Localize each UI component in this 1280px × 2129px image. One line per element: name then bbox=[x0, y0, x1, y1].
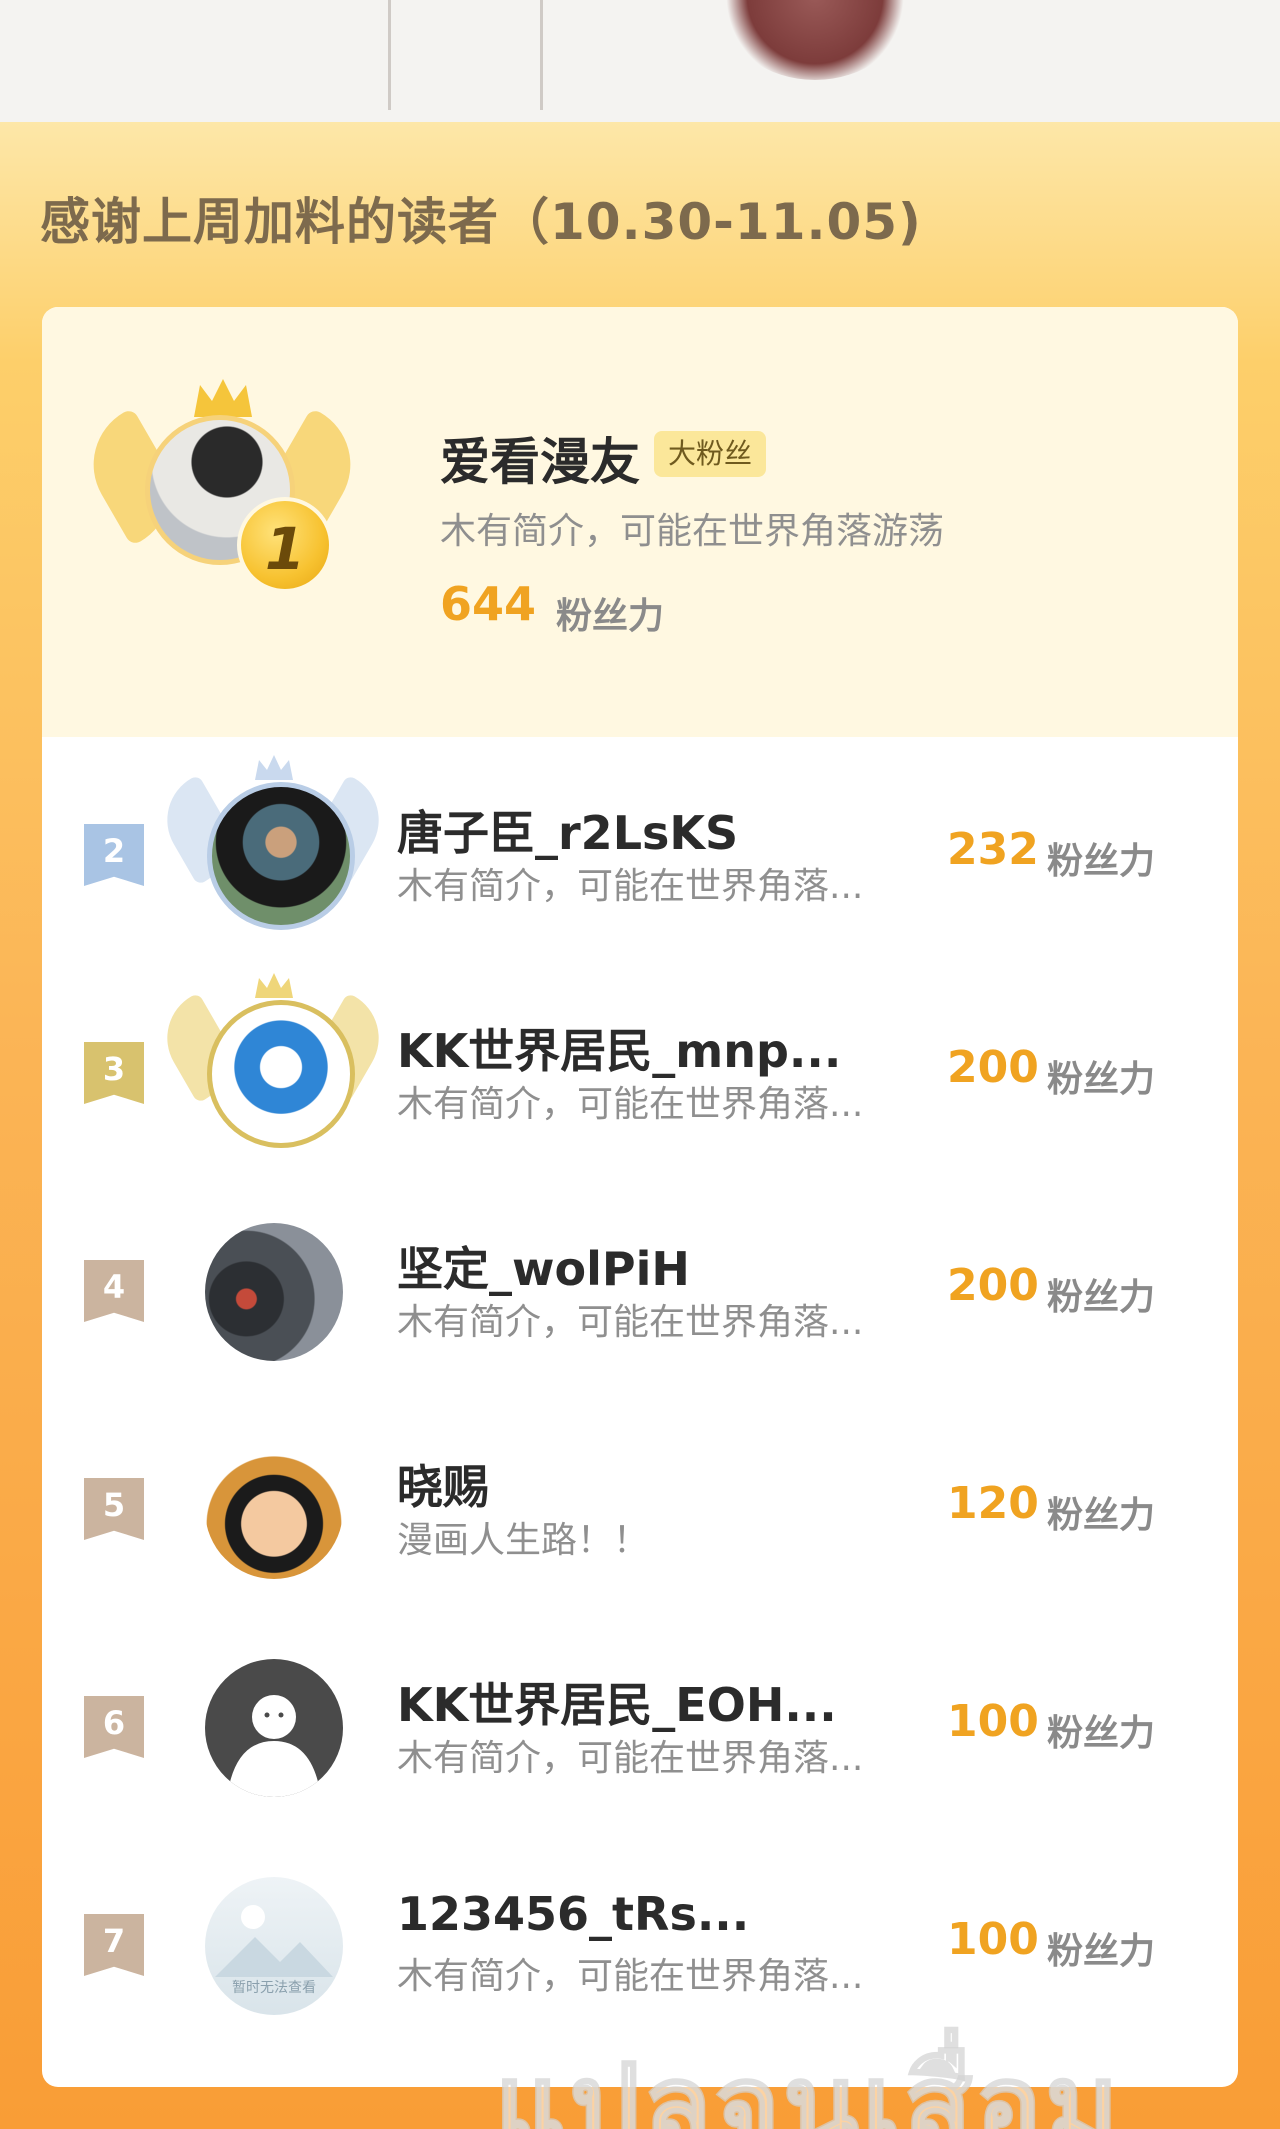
top-fan-name[interactable]: 爱看漫友 bbox=[440, 422, 640, 494]
default-avatar-icon[interactable] bbox=[205, 1659, 343, 1797]
fan-row[interactable]: 6 KK世界居民_EOH... 木有简介，可能在世界角落... 100 粉丝力 bbox=[42, 1614, 1238, 1832]
top-fan-score: 644 bbox=[440, 577, 537, 631]
fan-score: 100 bbox=[947, 1696, 1039, 1747]
crown-icon bbox=[255, 973, 293, 998]
top-fan-avatar-frame: 1 bbox=[71, 377, 373, 617]
top-fan-section[interactable]: 1 爱看漫友 大粉丝 木有简介，可能在世界角落游荡 644 粉丝力 bbox=[42, 307, 1238, 737]
fan-level-badge: 大粉丝 bbox=[654, 431, 767, 477]
fan-avatar[interactable] bbox=[205, 1223, 343, 1361]
rank-flag: 3 bbox=[84, 1042, 144, 1104]
comic-line bbox=[388, 0, 391, 110]
fan-avatar[interactable] bbox=[205, 1441, 343, 1579]
rank-flag: 5 bbox=[84, 1478, 144, 1540]
fan-score-unit: 粉丝力 bbox=[1047, 1059, 1156, 1100]
fan-bio: 木有简介，可能在世界角落... bbox=[397, 1084, 864, 1125]
fan-bio: 木有简介，可能在世界角落... bbox=[397, 1738, 864, 1779]
fan-bio: 木有简介，可能在世界角落... bbox=[397, 1956, 864, 1997]
comic-panel-remnant bbox=[0, 0, 1280, 122]
fan-avatar[interactable]: 暂时无法查看 bbox=[205, 1877, 343, 2015]
fan-row[interactable]: 5 晓赐 漫画人生路！！ 120 粉丝力 bbox=[42, 1396, 1238, 1614]
fan-score-unit: 粉丝力 bbox=[1047, 1931, 1156, 1972]
fan-score-unit: 粉丝力 bbox=[1047, 1713, 1156, 1754]
fan-score: 232 bbox=[947, 824, 1039, 875]
fan-score: 100 bbox=[947, 1914, 1039, 1965]
fan-avatar[interactable] bbox=[207, 782, 355, 930]
fan-score-unit: 粉丝力 bbox=[1047, 1277, 1156, 1318]
fan-bio: 木有简介，可能在世界角落... bbox=[397, 866, 864, 907]
fan-ranking-panel: 感谢上周加料的读者（10.30-11.05) 1 爱看漫友 大粉丝 木有简介，可… bbox=[0, 122, 1280, 2129]
fan-name[interactable]: 123456_tRs... bbox=[397, 1887, 749, 1941]
fan-row[interactable]: 4 坚定_wolPiH 木有简介，可能在世界角落... 200 粉丝力 bbox=[42, 1178, 1238, 1396]
comic-line bbox=[540, 0, 543, 110]
rank-flag: 4 bbox=[84, 1260, 144, 1322]
fan-bio: 木有简介，可能在世界角落... bbox=[397, 1302, 864, 1343]
fan-name[interactable]: 唐子臣_r2LsKS bbox=[397, 797, 738, 863]
fan-score: 200 bbox=[947, 1260, 1039, 1311]
fan-bio: 漫画人生路！！ bbox=[397, 1520, 650, 1561]
fan-row[interactable]: 2 唐子臣_r2LsKS 木有简介，可能在世界角落... 232 粉丝力 bbox=[42, 742, 1238, 960]
fan-avatar[interactable] bbox=[207, 1000, 355, 1148]
fan-name[interactable]: 晓赐 bbox=[397, 1451, 489, 1517]
fan-score: 200 bbox=[947, 1042, 1039, 1093]
rank-1-badge: 1 bbox=[237, 497, 333, 593]
crown-icon bbox=[194, 379, 252, 417]
rank-flag: 6 bbox=[84, 1696, 144, 1758]
fan-name[interactable]: 坚定_wolPiH bbox=[397, 1233, 690, 1299]
placeholder-avatar-text: 暂时无法查看 bbox=[232, 1980, 316, 1996]
person-icon bbox=[227, 1695, 321, 1797]
top-fan-score-unit: 粉丝力 bbox=[556, 596, 665, 637]
crown-icon bbox=[255, 755, 293, 780]
fan-name[interactable]: KK世界居民_mnp... bbox=[397, 1015, 841, 1081]
fan-score-unit: 粉丝力 bbox=[1047, 1495, 1156, 1536]
top-fan-bio: 木有简介，可能在世界角落游荡 bbox=[440, 511, 945, 552]
comic-splat bbox=[725, 0, 905, 80]
rank-flag: 2 bbox=[84, 824, 144, 886]
fan-row[interactable]: 3 KK世界居民_mnp... 木有简介，可能在世界角落... 200 粉丝力 bbox=[42, 960, 1238, 1178]
panel-title: 感谢上周加料的读者（10.30-11.05) bbox=[40, 193, 922, 251]
watermark: แปลจนเสื่อม bbox=[493, 2040, 1123, 2129]
rank-flag: 7 bbox=[84, 1914, 144, 1976]
ranking-card: 1 爱看漫友 大粉丝 木有简介，可能在世界角落游荡 644 粉丝力 2 唐子臣_… bbox=[42, 307, 1238, 2087]
fan-score-unit: 粉丝力 bbox=[1047, 841, 1156, 882]
fan-name[interactable]: KK世界居民_EOH... bbox=[397, 1669, 837, 1735]
fan-score: 120 bbox=[947, 1478, 1039, 1529]
